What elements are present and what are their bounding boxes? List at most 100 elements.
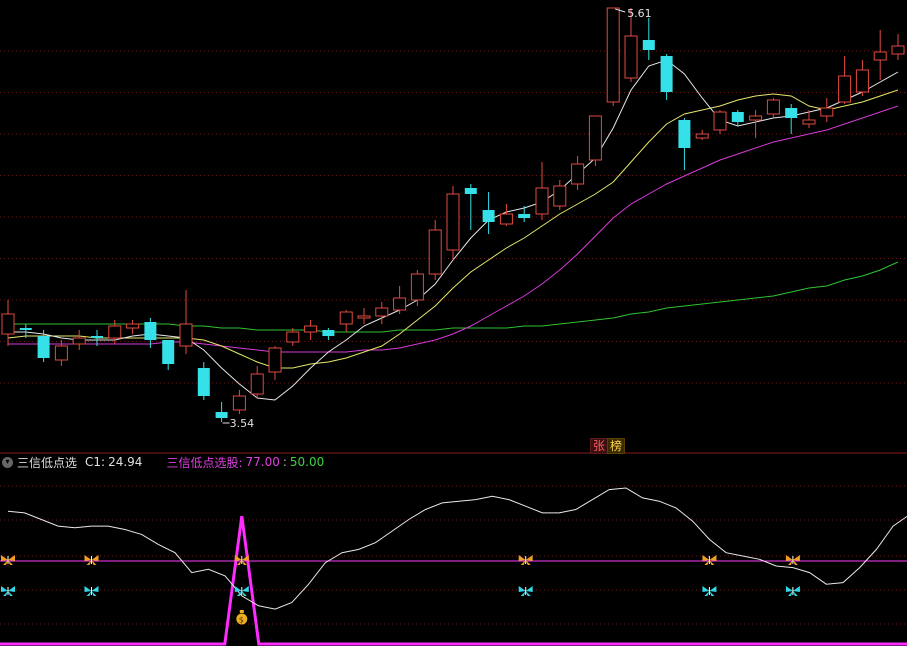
candle[interactable] (838, 56, 852, 104)
candle-body (179, 323, 193, 347)
candle-body (642, 40, 655, 50)
candle-body (785, 108, 798, 118)
candle[interactable] (197, 362, 210, 400)
candle-body (126, 323, 140, 329)
c1-label: C1: (85, 455, 106, 469)
candle[interactable] (766, 98, 780, 118)
xg-value-1: 77.00 (245, 455, 280, 469)
candle[interactable] (855, 60, 869, 96)
candle[interactable] (162, 340, 175, 370)
candle[interactable] (535, 162, 549, 220)
indicator-header: ▾ 三信低点选 C1: 24.94 三信低点选股: 77.00 : 50.00 (0, 453, 907, 471)
candle[interactable] (553, 180, 567, 210)
stock-chart-canvas[interactable]: 5.61 3.54 $ (0, 0, 907, 646)
candle-body (891, 45, 905, 55)
candle[interactable] (357, 308, 371, 324)
candle[interactable] (232, 390, 246, 414)
butterfly-cyan-icon (84, 586, 99, 596)
candle[interactable] (410, 270, 424, 306)
indicator-pane[interactable]: $ (0, 487, 907, 646)
candle[interactable] (375, 302, 389, 324)
candle[interactable] (428, 220, 442, 280)
butterfly-cyan-icon (1, 586, 15, 596)
candle[interactable] (571, 156, 585, 190)
candlesticks[interactable] (1, 7, 905, 422)
candle[interactable] (820, 98, 834, 122)
candle[interactable] (322, 328, 335, 340)
candle-body (322, 330, 335, 336)
candle-body (232, 395, 246, 411)
candle[interactable] (339, 310, 353, 332)
candle[interactable] (588, 115, 602, 166)
candle[interactable] (215, 402, 228, 422)
candle-body (339, 311, 353, 325)
candle[interactable] (179, 290, 193, 354)
candle-body (660, 56, 673, 92)
candle[interactable] (499, 204, 513, 226)
candle[interactable] (713, 110, 727, 134)
collapse-chevron-icon[interactable]: ▾ (2, 456, 13, 468)
candle-body (553, 185, 567, 207)
candle[interactable] (518, 206, 531, 222)
candle[interactable] (72, 330, 86, 350)
candle[interactable] (268, 346, 282, 380)
candle[interactable] (660, 54, 673, 100)
candle-body (215, 412, 228, 418)
select-signal-line (0, 515, 907, 646)
price-extreme-labels: 5.61 3.54 (222, 7, 652, 430)
candle[interactable] (785, 104, 798, 134)
candle[interactable] (393, 286, 407, 314)
candle-body (357, 315, 371, 319)
candle-body (518, 214, 531, 218)
c1-line (7, 487, 907, 610)
candle[interactable] (642, 18, 655, 60)
candle[interactable] (446, 186, 460, 260)
candle[interactable] (1, 300, 15, 346)
candle[interactable] (126, 320, 140, 334)
candle-body (713, 111, 727, 131)
low-price-label: 3.54 (230, 417, 255, 430)
butterfly-cyan-icon (702, 586, 717, 596)
xg-separator: : (282, 455, 287, 469)
candle[interactable] (695, 130, 709, 140)
candle[interactable] (606, 7, 620, 106)
candle[interactable] (482, 192, 495, 234)
candle-body (802, 119, 816, 125)
money-bag-icon: $ (236, 610, 248, 625)
butterfly-cyan-icon (234, 586, 249, 596)
xg-value-2: 50.00 (289, 455, 325, 469)
candle[interactable] (464, 184, 477, 230)
candle-body (304, 325, 318, 333)
candle-body (1, 313, 15, 335)
indicator-name[interactable]: 三信低点选 (17, 454, 77, 471)
candle[interactable] (749, 110, 763, 138)
candle-body (838, 75, 852, 103)
candle-body (499, 213, 513, 225)
high-price-label: 5.61 (627, 7, 652, 20)
candle[interactable] (304, 320, 318, 340)
candle[interactable] (731, 110, 744, 126)
candle-body (72, 337, 86, 345)
candle-body (446, 193, 460, 251)
butterfly-gold-icon (84, 555, 99, 565)
candle[interactable] (250, 366, 264, 398)
candle-body (108, 325, 122, 339)
candle-body (268, 347, 282, 373)
candle-body (873, 51, 887, 61)
candle-body (393, 297, 407, 311)
candle[interactable] (873, 30, 887, 80)
svg-text:$: $ (239, 616, 244, 625)
candle-body (91, 336, 103, 338)
candle-body (820, 107, 834, 117)
candle-body (624, 35, 638, 79)
candle-body (19, 328, 32, 330)
candle[interactable] (891, 34, 905, 60)
candle-body (428, 229, 442, 275)
candle-body (37, 336, 50, 358)
ranking-badge[interactable]: 榜 (607, 438, 626, 454)
limit-up-badge[interactable]: 张 (590, 438, 609, 454)
candle-body (766, 99, 780, 115)
candle[interactable] (678, 118, 691, 170)
candle[interactable] (286, 328, 300, 346)
candle-body (482, 210, 495, 222)
